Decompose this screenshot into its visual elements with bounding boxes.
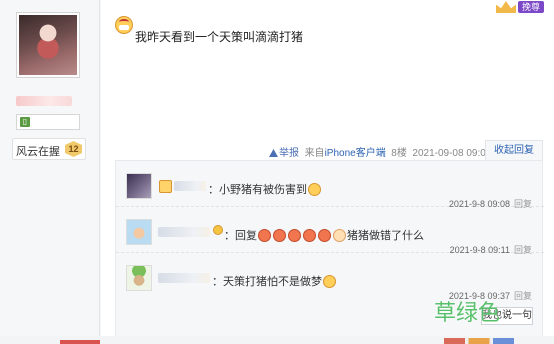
post-timestamp: 2021-09-08 09:07: [412, 148, 492, 159]
reply-content: 天策打猪怕不是做梦: [223, 276, 322, 288]
laugh-emoji-icon: [308, 183, 321, 196]
reply-user-name-obscured[interactable]: [158, 227, 210, 237]
reply-text: ：小野猪有被伤害到: [208, 181, 322, 197]
list-item: ：小野猪有被伤害到 2021-9-8 09:08 回复: [116, 161, 544, 209]
reply-user-name-obscured[interactable]: [158, 273, 210, 283]
reply-to-label: 回复: [235, 230, 257, 242]
angry-face-icon: [115, 16, 133, 34]
reply-user-name-obscured[interactable]: [174, 181, 206, 191]
reply-content: 小野猪有被伤害到: [219, 184, 307, 196]
top-badges: 挽尊: [495, 0, 544, 14]
warning-icon: [269, 149, 278, 157]
reply-avatar[interactable]: [126, 219, 152, 245]
bottom-decoration: [60, 340, 100, 344]
user-avatar[interactable]: [16, 12, 80, 78]
source-client-link[interactable]: iPhone客户端: [325, 148, 386, 159]
level-icon: ▯: [20, 117, 30, 127]
list-item: ：天策打猪怕不是做梦 2021-9-8 09:37 回复: [116, 253, 544, 301]
star-icon: [213, 225, 223, 235]
vip-badge[interactable]: 挽尊: [517, 1, 544, 13]
user-info-panel: ▯ 风云在握 12: [0, 0, 100, 344]
angry-emoji-icon: [273, 229, 286, 242]
reply-avatar[interactable]: [126, 173, 152, 199]
angry-emoji-icon: [303, 229, 316, 242]
reply-text: ：天策打猪怕不是做梦: [212, 273, 337, 289]
pig-emoji-icon: [333, 229, 346, 242]
rank-badge-row[interactable]: 风云在握 12: [12, 138, 86, 160]
list-item: ：回复 猪猪做错了什么 2021-9-8 09:11 回复: [116, 207, 544, 255]
post-meta: 举报 来自iPhone客户端 8楼 2021-09-08 09:07: [269, 144, 491, 159]
avatar-image: [19, 15, 77, 75]
crown-icon: [495, 1, 516, 13]
angry-emoji-icon: [318, 229, 331, 242]
collapse-replies-button[interactable]: 收起回复: [485, 140, 543, 160]
angry-emoji-icon: [288, 229, 301, 242]
source-label: 来自iPhone客户端: [304, 148, 386, 159]
watermark-text: 草绿色: [434, 301, 501, 326]
reply-content: 猪猪做错了什么: [347, 230, 424, 242]
bottom-badges: [444, 338, 514, 344]
level-bar: ▯: [16, 114, 80, 130]
reply-avatar[interactable]: [126, 265, 152, 291]
user-name-obscured[interactable]: [16, 96, 72, 106]
laugh-emoji-icon: [323, 275, 336, 288]
floor-number: 8楼: [391, 148, 407, 159]
report-label: 举报: [279, 148, 299, 159]
user-badge-icon: [159, 180, 172, 193]
rank-label: 风云在握: [16, 146, 60, 158]
reply-text: ：回复 猪猪做错了什么: [224, 229, 424, 242]
avatar-emoji-icon: [258, 229, 271, 242]
report-link[interactable]: 举报: [269, 148, 299, 159]
post-main: 挽尊 我昨天看到一个天策叫滴滴打猪 举报 来自iPhone客户端 8楼 2021…: [101, 0, 554, 344]
reply-link[interactable]: 回复: [514, 291, 532, 301]
post-content: 我昨天看到一个天策叫滴滴打猪: [135, 30, 304, 44]
level-number-badge: 12: [65, 141, 82, 157]
